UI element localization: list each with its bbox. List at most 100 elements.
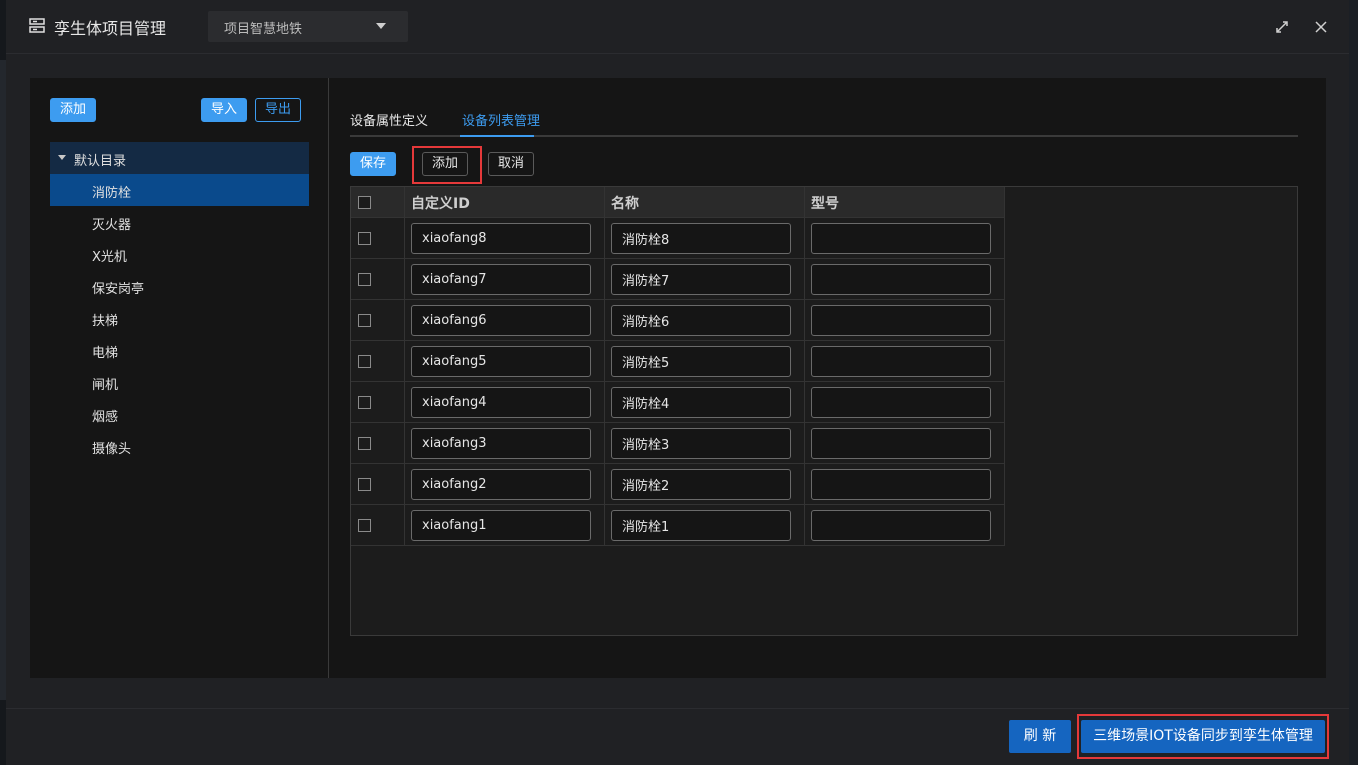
name-input[interactable] [611,510,791,541]
row-checkbox[interactable] [358,519,371,532]
model-input[interactable] [811,264,991,295]
table-header-row: 自定义ID 名称 型号 [351,187,1005,218]
model-input[interactable] [811,223,991,254]
model-input[interactable] [811,346,991,377]
tree-item[interactable]: 保安岗亭 [50,270,309,302]
save-button[interactable]: 保存 [350,152,396,176]
name-cell [605,423,805,463]
table-row [351,259,1005,300]
import-button[interactable]: 导入 [201,98,247,122]
model-cell [805,300,1005,340]
name-input[interactable] [611,469,791,500]
id-input[interactable] [411,223,591,254]
caret-down-icon [376,23,386,29]
add-row-button[interactable]: 添加 [422,152,468,176]
table-row [351,423,1005,464]
tree-item[interactable]: X光机 [50,238,309,270]
model-input[interactable] [811,510,991,541]
expand-icon[interactable] [1274,19,1290,35]
tree-item[interactable]: 电梯 [50,334,309,366]
name-cell [605,300,805,340]
table-row [351,464,1005,505]
row-select-cell [351,218,405,258]
name-input[interactable] [611,264,791,295]
id-input[interactable] [411,264,591,295]
model-cell [805,382,1005,422]
tree-root-default[interactable]: 默认目录 [50,142,309,174]
caret-down-icon [58,155,66,160]
name-cell [605,341,805,381]
name-input[interactable] [611,305,791,336]
refresh-button[interactable]: 刷 新 [1009,720,1071,753]
tree-item-label: 保安岗亭 [92,282,145,297]
id-input[interactable] [411,469,591,500]
id-cell [405,300,605,340]
model-input[interactable] [811,305,991,336]
tree-item[interactable]: 消防栓 [50,174,309,206]
category-panel: 添加 导入 导出 默认目录 消防栓 灭火器 X光机 保安岗亭 扶梯 电梯 闸机 … [30,78,329,678]
row-checkbox[interactable] [358,355,371,368]
tree-item[interactable]: 烟感 [50,398,309,430]
export-button[interactable]: 导出 [255,98,301,122]
active-tab-indicator [460,135,534,137]
header-model: 型号 [811,196,839,212]
row-checkbox[interactable] [358,437,371,450]
name-input[interactable] [611,387,791,418]
model-cell [805,464,1005,504]
select-all-checkbox[interactable] [358,196,371,209]
header-id: 自定义ID [411,196,470,212]
row-checkbox[interactable] [358,478,371,491]
row-checkbox[interactable] [358,314,371,327]
name-input[interactable] [611,428,791,459]
row-select-cell [351,464,405,504]
name-input[interactable] [611,346,791,377]
name-input[interactable] [611,223,791,254]
tree-item[interactable]: 闸机 [50,366,309,398]
close-icon[interactable] [1313,19,1329,35]
model-cell [805,341,1005,381]
device-table: 自定义ID 名称 型号 [350,186,1298,636]
tree-item-label: 灭火器 [92,218,132,233]
tree-item[interactable]: 扶梯 [50,302,309,334]
id-input[interactable] [411,346,591,377]
header-cell: 名称 [605,187,805,217]
row-select-cell [351,300,405,340]
table-row [351,341,1005,382]
tree-item[interactable]: 摄像头 [50,430,309,462]
id-cell [405,464,605,504]
id-input[interactable] [411,305,591,336]
project-select-value: 项目智慧地铁 [224,22,303,37]
sync-iot-button[interactable]: 三维场景IOT设备同步到孪生体管理 [1081,720,1325,753]
id-cell [405,218,605,258]
row-select-cell [351,505,405,545]
add-category-button[interactable]: 添加 [50,98,96,122]
tab-bar: 设备属性定义 设备列表管理 [350,106,1298,137]
model-cell [805,505,1005,545]
name-cell [605,382,805,422]
table-row [351,505,1005,546]
category-tree: 默认目录 消防栓 灭火器 X光机 保安岗亭 扶梯 电梯 闸机 烟感 摄像头 [50,142,309,462]
row-checkbox[interactable] [358,273,371,286]
id-input[interactable] [411,510,591,541]
model-input[interactable] [811,469,991,500]
model-input[interactable] [811,428,991,459]
id-input[interactable] [411,428,591,459]
row-checkbox[interactable] [358,396,371,409]
tab-device-list[interactable]: 设备列表管理 [462,110,540,129]
row-select-cell [351,382,405,422]
cancel-button[interactable]: 取消 [488,152,534,176]
row-checkbox[interactable] [358,232,371,245]
tab-attribute-definition[interactable]: 设备属性定义 [350,110,428,129]
name-cell [605,218,805,258]
tree-item-label: 扶梯 [92,314,119,329]
table-row [351,382,1005,423]
tree-item-label: 电梯 [92,346,119,361]
id-input[interactable] [411,387,591,418]
dialog-title: 孪生体项目管理 [54,19,167,38]
tree-item-label: 消防栓 [92,186,132,201]
dialog-body: 添加 导入 导出 默认目录 消防栓 灭火器 X光机 保安岗亭 扶梯 电梯 闸机 … [30,78,1326,678]
project-select[interactable]: 项目智慧地铁 [208,11,408,42]
tree-item[interactable]: 灭火器 [50,206,309,238]
model-input[interactable] [811,387,991,418]
id-cell [405,259,605,299]
